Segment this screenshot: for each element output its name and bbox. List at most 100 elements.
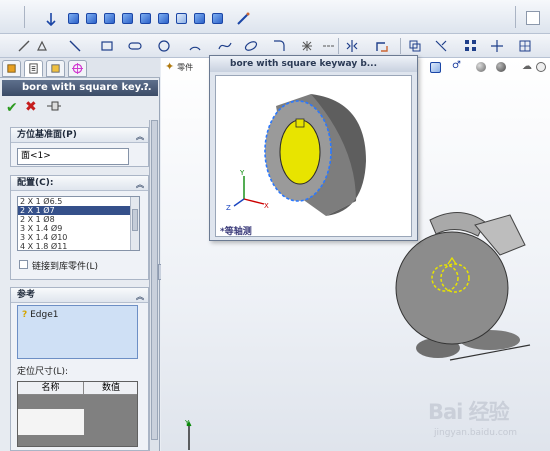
orientation-plane-field[interactable]: 面<1> — [17, 148, 129, 165]
list-item[interactable]: 2 X 1 Ø8 — [18, 215, 139, 224]
mirror-icon[interactable] — [345, 39, 359, 53]
preview-model: Y X Z — [226, 94, 366, 216]
list-scrollbar[interactable] — [130, 197, 139, 250]
dimetric-view-icon[interactable] — [212, 13, 223, 24]
dimxpert-icon — [72, 63, 83, 74]
circle-icon[interactable] — [157, 39, 171, 53]
z-axis — [233, 198, 245, 207]
panel-scroll-thumb[interactable] — [151, 120, 158, 440]
sketch-icon[interactable] — [35, 39, 49, 53]
list-item[interactable]: 2 X 1 Ø7 — [18, 206, 139, 215]
view-selector-icon[interactable] — [236, 12, 250, 26]
section-view-icon[interactable]: ♂ — [452, 60, 461, 71]
collapse-icon[interactable]: ︽ — [136, 129, 144, 144]
ok-button[interactable]: ✔ — [6, 100, 18, 116]
list-item[interactable]: 2 X 1 Ø6.5 — [18, 197, 139, 206]
part-preview-window: bore with square keyway b... Y X Z *等轴测 — [209, 55, 418, 241]
configuration-group-header[interactable]: 配置(C): ︽ — [11, 176, 148, 191]
manager-tabs — [0, 58, 160, 78]
configuration-group: 配置(C): ︽ 2 X 1 Ø6.5 2 X 1 Ø7 2 X 1 Ø8 3 … — [10, 175, 149, 280]
reference-group: 参考 ︽ ? Edge1 定位尺寸(L): 名称 数值 — [10, 287, 149, 451]
y-axis-label: Y — [239, 169, 245, 177]
point-icon[interactable] — [300, 39, 314, 53]
locate-dimension-table[interactable]: 名称 数值 — [17, 381, 138, 447]
help-icon[interactable]: ? — [143, 82, 149, 93]
tab-feature-manager[interactable] — [2, 60, 21, 77]
top-view-icon[interactable] — [140, 13, 151, 24]
slot-icon[interactable] — [128, 39, 142, 53]
collapse-icon[interactable]: ︽ — [136, 177, 144, 192]
trim-icon[interactable] — [434, 39, 448, 53]
part-flyout-label: 零件 — [177, 63, 194, 72]
watermark-url: jingyan.baidu.com — [434, 428, 518, 438]
offset-icon[interactable] — [408, 39, 422, 53]
window-icon[interactable] — [526, 11, 540, 25]
collapse-icon[interactable]: ︽ — [136, 289, 144, 304]
front-view-icon[interactable] — [68, 13, 79, 24]
configuration-list[interactable]: 2 X 1 Ø6.5 2 X 1 Ø7 2 X 1 Ø8 3 X 1.4 Ø9 … — [17, 196, 140, 251]
view-orientation-icon[interactable] — [430, 62, 441, 73]
table-header-name[interactable]: 名称 — [18, 382, 84, 395]
arc-icon[interactable] — [188, 39, 202, 53]
normal-to-icon[interactable] — [44, 12, 58, 27]
left-view-icon[interactable] — [104, 13, 115, 24]
ellipse-icon[interactable] — [244, 39, 258, 53]
baidu-watermark: Bai 经验 jingyan.baidu.com — [428, 394, 550, 451]
spline-icon[interactable] — [218, 39, 232, 53]
centerline-icon[interactable] — [322, 39, 336, 53]
view-settings-icon[interactable] — [536, 62, 546, 72]
isometric-view-icon[interactable] — [176, 13, 187, 24]
tab-property-manager[interactable] — [24, 60, 43, 77]
reference-list[interactable]: ? Edge1 — [17, 305, 138, 359]
orientation-group-title: 方位基准面(P) — [17, 130, 77, 140]
scroll-thumb[interactable] — [132, 209, 138, 231]
reference-group-title: 参考 — [17, 290, 36, 300]
list-item[interactable]: 3 X 1.4 Ø10 — [18, 233, 139, 242]
reference-edge-label: Edge1 — [30, 310, 59, 320]
orientation-group-header[interactable]: 方位基准面(P) ︽ — [11, 128, 148, 143]
feature-tree-flyout[interactable]: ✦ 零件 — [165, 60, 211, 74]
list-item[interactable]: 4 X 1.8 Ø11 — [18, 242, 139, 250]
move-entities-icon[interactable] — [490, 39, 504, 53]
appearance-icon[interactable] — [496, 62, 506, 72]
pushpin-icon[interactable] — [46, 101, 62, 111]
quick-snaps-icon[interactable] — [518, 39, 532, 53]
pm-action-bar: ✔ ✖ — [0, 97, 160, 117]
rectangle-icon[interactable] — [100, 39, 114, 53]
toolbar-separator — [24, 6, 25, 28]
x-axis-label: X — [264, 202, 269, 210]
property-icon — [29, 63, 38, 74]
toolbar-separator — [400, 38, 401, 54]
preview-title: bore with square keyway b... — [210, 56, 417, 72]
orientation-group: 方位基准面(P) ︽ 面<1> — [10, 127, 149, 167]
cancel-button[interactable]: ✖ — [25, 99, 37, 115]
configuration-icon — [51, 64, 60, 73]
scene-icon[interactable]: ☁ — [522, 61, 532, 72]
display-style-icon[interactable] — [476, 62, 486, 72]
locate-dimension-label: 定位尺寸(L): — [17, 367, 69, 377]
reference-group-header[interactable]: 参考 ︽ — [11, 288, 148, 303]
watermark-logo: Bai 经验 — [428, 400, 510, 424]
back-view-icon[interactable] — [86, 13, 97, 24]
convert-entities-icon[interactable] — [375, 39, 389, 53]
pattern-icon[interactable] — [464, 39, 478, 53]
part-flyout-icon: ✦ — [165, 60, 175, 73]
line-icon[interactable] — [68, 39, 82, 53]
bottom-view-icon[interactable] — [158, 13, 169, 24]
list-item[interactable]: ? Edge1 — [22, 310, 59, 320]
table-header-value[interactable]: 数值 — [84, 382, 137, 395]
smart-dimension-icon[interactable] — [17, 39, 31, 53]
right-view-icon[interactable] — [122, 13, 133, 24]
tab-configuration-manager[interactable] — [46, 60, 65, 77]
part-main-body[interactable] — [395, 231, 509, 345]
preview-viewport: Y X Z — [215, 75, 412, 237]
list-item[interactable]: 3 X 1.4 Ø9 — [18, 224, 139, 233]
fillet-icon[interactable] — [272, 39, 286, 53]
trimetric-view-icon[interactable] — [194, 13, 205, 24]
panel-scrollbar[interactable] — [149, 120, 159, 451]
tab-dimxpert[interactable] — [68, 60, 87, 77]
link-library-checkbox[interactable] — [19, 260, 28, 269]
preview-view-label: *等轴测 — [220, 227, 252, 237]
property-manager-panel: bore with square key... ? ✔ ✖ 方位基准面(P) ︽… — [0, 58, 160, 451]
table-row[interactable] — [18, 409, 84, 435]
